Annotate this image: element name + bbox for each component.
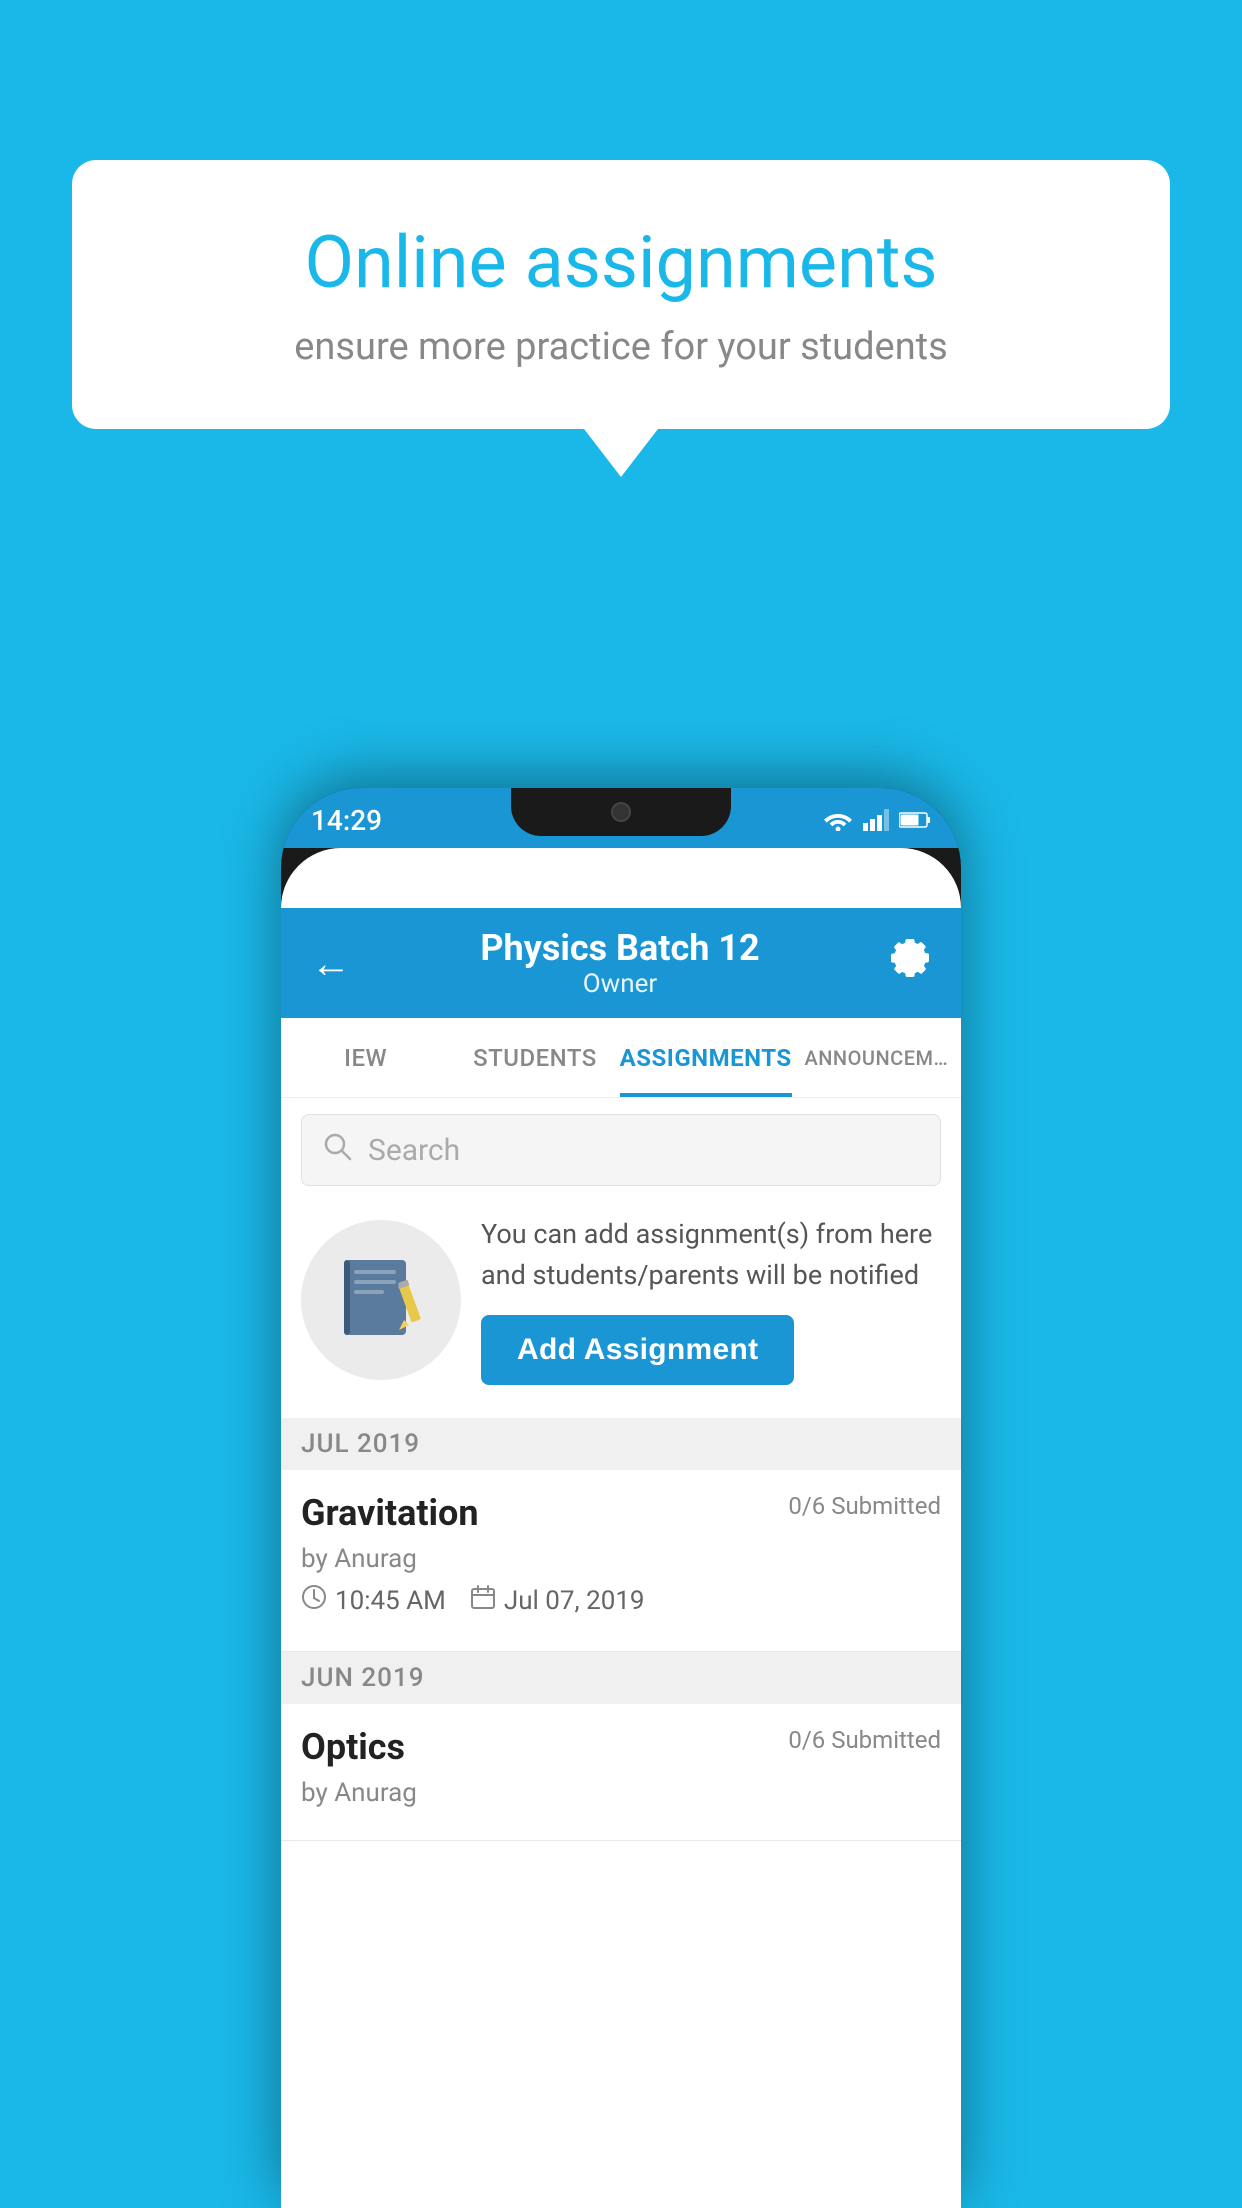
- section-jul-label: JUL 2019: [301, 1429, 420, 1459]
- assignment-by-gravitation: by Anurag: [301, 1544, 941, 1574]
- calendar-icon: [470, 1584, 496, 1617]
- speech-bubble-title: Online assignments: [152, 220, 1090, 305]
- assignment-time: 10:45 AM: [335, 1586, 446, 1616]
- meta-date: Jul 07, 2019: [470, 1584, 645, 1617]
- search-input[interactable]: Search: [368, 1133, 460, 1168]
- search-input-container[interactable]: Search: [301, 1114, 941, 1186]
- tab-iew[interactable]: IEW: [281, 1018, 450, 1097]
- assignment-date: Jul 07, 2019: [504, 1586, 645, 1616]
- promo-banner: You can add assignment(s) from here and …: [281, 1194, 961, 1405]
- promo-text-block: You can add assignment(s) from here and …: [481, 1214, 941, 1385]
- assignment-meta-gravitation: 10:45 AM Jul 07, 2019: [301, 1584, 941, 1617]
- section-header-jun: JUN 2019: [281, 1652, 961, 1704]
- front-camera: [611, 802, 631, 822]
- signal-icon: [863, 809, 889, 831]
- section-header-jul: JUL 2019: [281, 1418, 961, 1470]
- status-time: 14:29: [311, 800, 382, 837]
- tabs-bar: IEW STUDENTS ASSIGNMENTS ANNOUNCEM…: [281, 1018, 961, 1098]
- header-title-block: Physics Batch 12 Owner: [351, 927, 889, 999]
- app-header: ← Physics Batch 12 Owner: [281, 908, 961, 1018]
- section-jun-label: JUN 2019: [301, 1663, 424, 1693]
- notebook-icon: [336, 1255, 426, 1345]
- promo-icon-circle: [301, 1220, 461, 1380]
- tab-assignments[interactable]: ASSIGNMENTS: [620, 1018, 792, 1097]
- wifi-icon: [823, 809, 853, 831]
- back-button[interactable]: ←: [311, 940, 351, 987]
- assignment-item-optics[interactable]: Optics 0/6 Submitted by Anurag: [281, 1704, 961, 1841]
- tab-students[interactable]: STUDENTS: [450, 1018, 619, 1097]
- clock-icon: [301, 1584, 327, 1617]
- batch-name: Physics Batch 12: [351, 927, 889, 969]
- owner-label: Owner: [351, 969, 889, 999]
- phone-notch: [511, 788, 731, 836]
- phone-frame: 14:29 ←: [281, 788, 961, 2208]
- add-assignment-button[interactable]: Add Assignment: [481, 1315, 794, 1385]
- battery-icon: [899, 811, 931, 829]
- assignment-name-optics: Optics: [301, 1726, 405, 1768]
- assignment-row-top-optics: Optics 0/6 Submitted: [301, 1726, 941, 1768]
- meta-time: 10:45 AM: [301, 1584, 446, 1617]
- speech-bubble-subtitle: ensure more practice for your students: [152, 325, 1090, 369]
- assignment-item-gravitation[interactable]: Gravitation 0/6 Submitted by Anurag 10:4…: [281, 1470, 961, 1652]
- assignment-submitted-optics: 0/6 Submitted: [788, 1726, 941, 1754]
- status-icons: [823, 805, 931, 831]
- settings-icon[interactable]: [889, 937, 931, 989]
- search-area: Search: [281, 1098, 961, 1202]
- promo-description: You can add assignment(s) from here and …: [481, 1214, 941, 1295]
- assignment-submitted-gravitation: 0/6 Submitted: [788, 1492, 941, 1520]
- tab-announcements[interactable]: ANNOUNCEM…: [792, 1018, 961, 1097]
- assignment-name-gravitation: Gravitation: [301, 1492, 479, 1534]
- phone-screen: ← Physics Batch 12 Owner IEW STUDENTS AS…: [281, 848, 961, 2208]
- speech-bubble: Online assignments ensure more practice …: [72, 160, 1170, 429]
- speech-bubble-container: Online assignments ensure more practice …: [72, 160, 1170, 429]
- assignment-by-optics: by Anurag: [301, 1778, 941, 1808]
- assignment-row-top: Gravitation 0/6 Submitted: [301, 1492, 941, 1534]
- search-icon: [322, 1131, 352, 1169]
